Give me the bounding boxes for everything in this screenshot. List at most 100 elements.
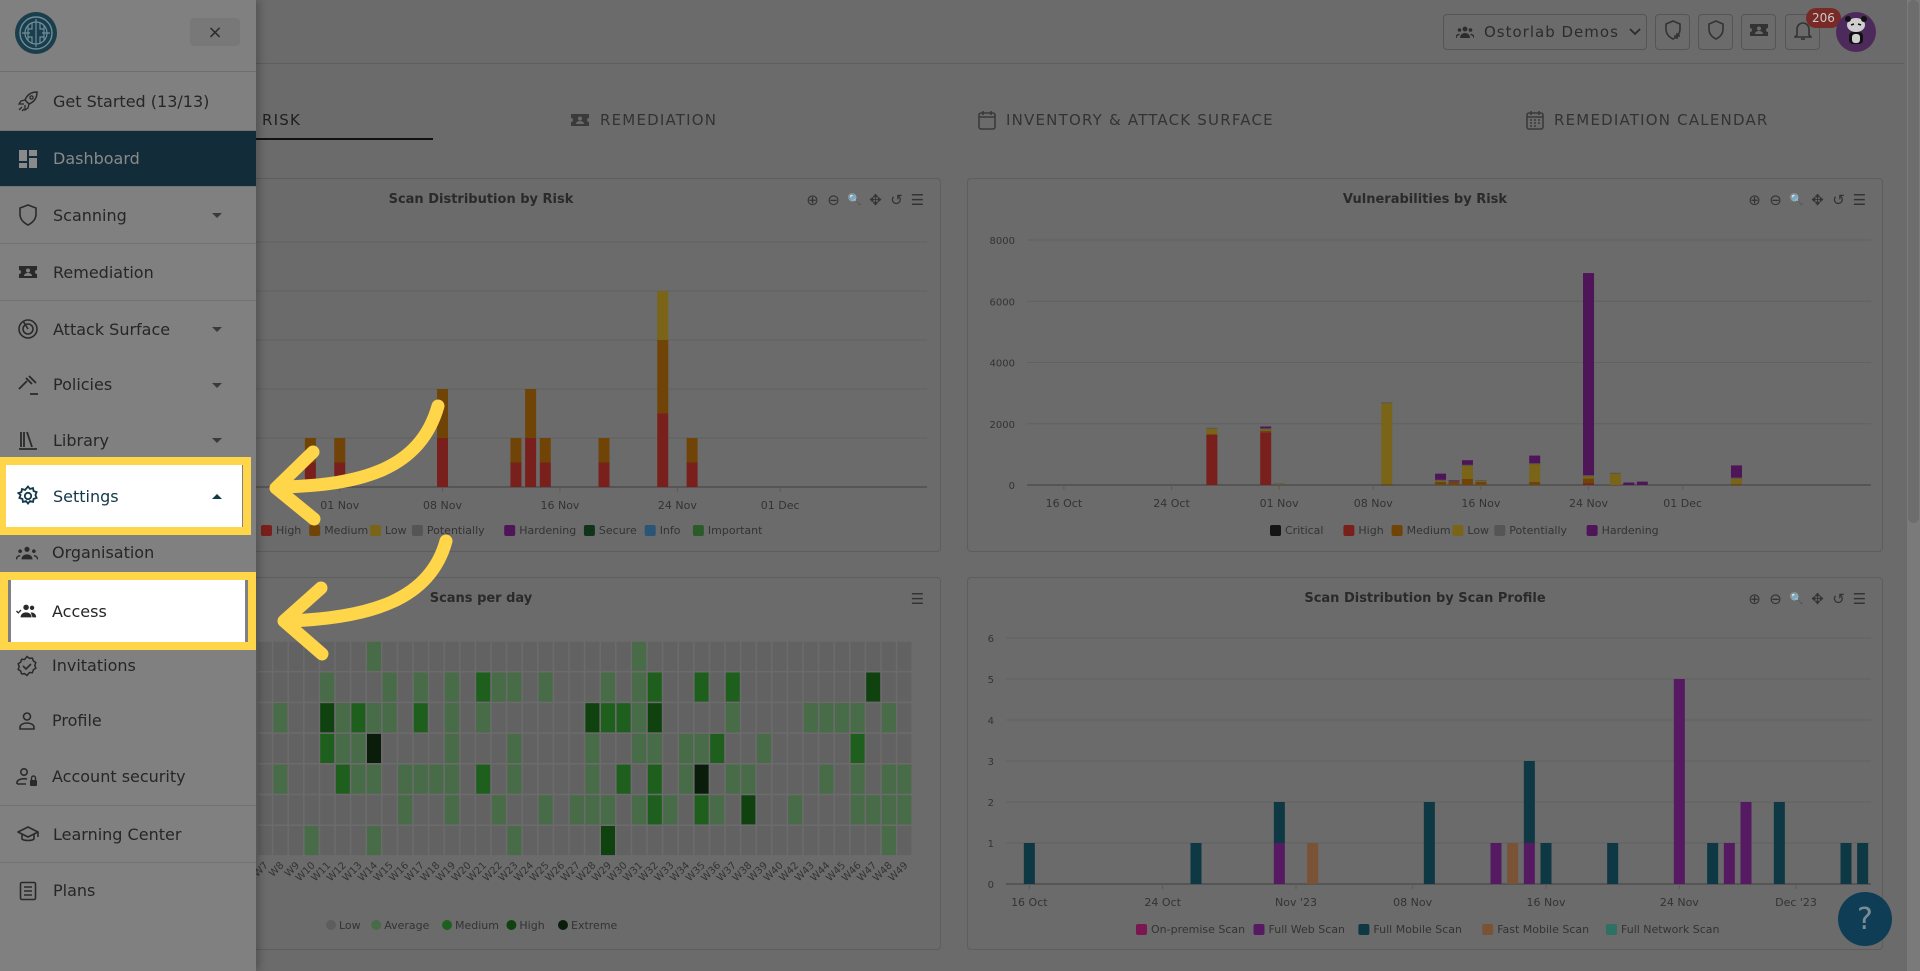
heatmap-cell [569,795,584,825]
heatmap-cell [881,733,896,763]
sidebar-item-remediation[interactable]: Remediation [0,243,256,300]
sidebar-item-plans[interactable]: Plans [0,862,256,918]
heatmap-cell [757,733,771,763]
tab-label: REMEDIATION CALENDAR [1554,111,1769,129]
sidebar-item-account-security[interactable]: Account security [0,748,256,805]
page-scrollbar[interactable] [1907,0,1920,971]
heatmap-cell [788,826,803,856]
heatmap-cell [803,795,818,825]
heatmap-cell [538,795,553,825]
heatmap-cell [725,733,740,763]
person-icon [16,710,38,732]
caret-down-icon [212,213,222,218]
heatmap-cell [647,826,662,856]
heatmap-cell [772,764,787,794]
heatmap-cell [710,733,725,763]
scans-heatmap: W7W8W9W10W11W12W13W14W15W16W17W18W19W20W… [252,641,912,932]
heatmap-cell [694,795,709,825]
sidebar-item-dashboard[interactable]: Dashboard [0,130,256,186]
heatmap-cell [663,641,678,671]
heatmap-cell [429,641,444,671]
tab-risk[interactable]: RISK [262,100,301,140]
heatmap-cell [304,764,319,794]
heatmap-cell [585,764,600,794]
sidebar-item-get-started[interactable]: Get Started (13/13) [0,72,256,130]
close-sidebar-button[interactable]: × [190,18,240,46]
library-icon [17,429,39,451]
heatmap-cell [304,703,319,733]
tickets-button[interactable] [1741,14,1776,50]
heatmap-cell [601,733,615,763]
heatmap-cell [772,795,787,825]
heatmap-cell [741,733,756,763]
sidebar-item-access[interactable]: Access [11,580,245,642]
heatmap-cell [257,733,272,763]
sidebar-item-attack-surface[interactable]: Attack Surface [0,300,256,357]
heatmap-cell [850,703,865,733]
legend-marker [442,920,452,930]
heatmap-cell [351,672,366,702]
x-tick-label: 16 Nov [1527,896,1566,909]
scrollbar-thumb[interactable] [1908,0,1919,523]
sidebar-item-settings[interactable]: Settings [6,465,242,527]
bar-segment-medium [1529,481,1541,485]
heatmap-cell [616,795,631,825]
heatmap-cell [538,826,553,856]
heatmap-cell [476,672,491,702]
heatmap-cell [257,672,272,702]
heatmap-cell [460,733,475,763]
heatmap-cell [554,795,569,825]
heatmap-cell [632,764,647,794]
legend-label: Potentially [1509,524,1567,537]
heatmap-cell [398,764,413,794]
heatmap-cell [803,826,818,856]
bar-segment-potentially [1435,479,1447,481]
avatar[interactable] [1836,12,1876,52]
legend-label: High [519,919,544,932]
sidebar-item-label: Scanning [53,205,127,225]
sidebar-item-profile[interactable]: Profile [0,693,256,748]
x-tick-label: 24 Oct [1144,896,1181,909]
sidebar-item-learning-center[interactable]: Learning Center [0,805,256,862]
sidebar-item-scanning[interactable]: Scanning [0,186,256,243]
sidebar-item-label: Policies [53,375,113,394]
ostorlab-logo[interactable] [15,12,57,54]
heatmap-cell [741,703,756,733]
heatmap-cell [289,795,303,825]
tab-remediation-calendar[interactable]: REMEDIATION CALENDAR [1526,100,1769,140]
heatmap-cell [273,733,288,763]
heatmap-cell [897,641,912,671]
security-button[interactable] [1698,14,1733,50]
heatmap-cell [523,733,537,763]
heatmap-cell [538,733,553,763]
heatmap-cell [367,672,381,702]
heatmap-cell [289,672,303,702]
bar-segment-low [1529,463,1541,482]
new-scan-button[interactable] [1655,14,1690,50]
heatmap-cell [523,795,537,825]
heatmap-cell [507,826,522,856]
bar-segment-hardening [1623,482,1635,485]
tab-remediation[interactable]: REMEDIATION [570,100,717,140]
organisation-selector[interactable]: Ostorlab Demos [1443,14,1647,50]
sidebar-item-label: Remediation [53,262,154,282]
scan-distribution-by-profile-card: Scan Distribution by Scan Profile ⊕ ⊖ 🔍 ✥ ↺ ☰… [967,577,1883,950]
ticket-icon [570,112,590,128]
caret-down-icon [212,327,222,332]
legend-label: Potentially [427,524,485,537]
heatmap-cell [679,641,693,671]
x-tick-label: 24 Oct [1153,497,1190,510]
sidebar-item-policies[interactable]: Policies [0,357,256,412]
tab-inventory-attack-surface[interactable]: INVENTORY & ATTACK SURFACE [978,100,1274,140]
heatmap-cell [663,672,678,702]
heatmap-cell [725,672,740,702]
legend-swatch [504,525,516,536]
heatmap-cell [413,764,428,794]
sidebar-item-invitations[interactable]: Invitations [0,638,256,693]
heatmap-cell [679,672,693,702]
heatmap-cell [382,641,397,671]
heatmap-cell [694,733,709,763]
help-button[interactable]: ? [1838,892,1892,946]
heatmap-cell [866,826,881,856]
heatmap-cell [663,703,678,733]
